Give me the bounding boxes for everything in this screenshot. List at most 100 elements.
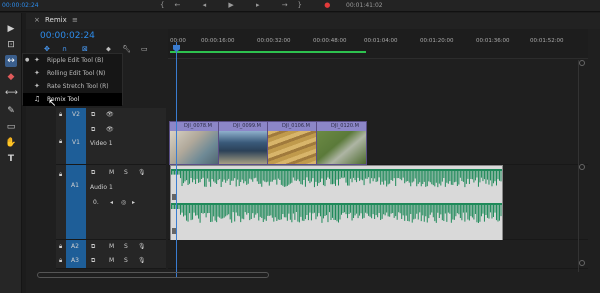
clip-thumbnail <box>170 131 219 164</box>
ruler-tick: 00:00:16:00 <box>201 38 235 44</box>
clip-name: DJI_0099.M <box>219 122 268 131</box>
ruler-tick: 00:00:32:00 <box>257 38 291 44</box>
microphone-icon[interactable]: 🎙︎ <box>138 243 146 250</box>
track-target-v2[interactable]: V2 <box>66 108 86 122</box>
track-target-v1[interactable]: V1 <box>66 122 86 164</box>
menu-item-label: Rolling Edit Tool (N) <box>47 70 106 77</box>
solo-button[interactable]: S <box>124 243 128 250</box>
timeline-tab-row: × Remix ≡ <box>26 13 600 29</box>
menu-item-rolling-edit[interactable]: ✦ Rolling Edit Tool (N) <box>23 67 122 80</box>
lock-icon[interactable]: 🔒︎ <box>59 171 62 179</box>
transport-controls[interactable]: {← ◂ ▶ ▸ →} ● <box>160 1 340 9</box>
wrench-icon[interactable]: 🔧︎ <box>122 45 131 53</box>
sequence-tab[interactable]: Remix <box>45 16 67 24</box>
ruler-tick: 00:01:52:00 <box>530 38 564 44</box>
horizontal-scrollbar[interactable] <box>37 272 269 278</box>
rectangle-tool-icon[interactable]: ▭ <box>5 121 17 133</box>
clip-thumbnail <box>219 131 268 164</box>
mouse-cursor-icon: ↖ <box>48 98 57 109</box>
microphone-icon[interactable]: 🎙︎ <box>138 257 146 264</box>
step-back-button[interactable]: {← <box>160 1 190 9</box>
audio-waveform-left <box>171 169 502 188</box>
captions-icon[interactable]: ▭ <box>141 45 148 53</box>
sequence-timecode[interactable]: 00:00:02:24 <box>40 31 95 41</box>
hand-tool-icon[interactable]: ✋ <box>5 137 17 149</box>
prev-keyframe-icon[interactable]: ◂ <box>110 199 113 206</box>
tab-menu-icon[interactable]: ≡ <box>72 16 78 24</box>
clip-name: DJI_0120.M <box>317 122 366 131</box>
lock-icon[interactable]: 🔒︎ <box>59 257 62 265</box>
ruler-tick: 00:01:04:00 <box>364 38 398 44</box>
selection-tool-icon[interactable]: ▶ <box>5 23 17 35</box>
video-clip[interactable]: DJI_0099.M <box>218 121 269 165</box>
clip-name: DJI_0106.M <box>268 122 317 131</box>
track-label: A3 <box>71 257 79 264</box>
step-forward-button[interactable]: →} <box>282 1 312 9</box>
track-label: V1 <box>72 139 80 146</box>
razor-tool-icon[interactable]: ◆ <box>5 71 17 83</box>
mute-button[interactable]: M <box>109 169 114 176</box>
audio-waveform-right <box>171 203 502 223</box>
volume-value[interactable]: 0. <box>93 199 99 206</box>
menu-item-label: Rate Stretch Tool (R) <box>47 83 109 90</box>
audio-clip[interactable] <box>170 165 503 241</box>
track-select-tool-icon[interactable]: ⊡ <box>5 39 17 51</box>
mute-button[interactable]: M <box>109 257 114 264</box>
track-target-a1[interactable]: A1 <box>66 165 86 239</box>
eye-icon[interactable]: 👁︎ <box>106 126 114 133</box>
type-tool-icon[interactable]: T <box>5 153 17 165</box>
video-clip[interactable]: DJI_0106.M <box>267 121 318 165</box>
scroll-handle[interactable] <box>579 60 585 66</box>
keyframe-icon[interactable]: ◎ <box>121 199 126 206</box>
scroll-handle[interactable] <box>579 164 585 170</box>
snap-icon[interactable]: ∩ <box>62 45 67 53</box>
vertical-scrollbar[interactable] <box>578 60 585 272</box>
track-name: Audio 1 <box>90 184 113 191</box>
ruler-tick: 00:00:48:00 <box>313 38 347 44</box>
close-tab-icon[interactable]: × <box>34 16 40 24</box>
nest-icon[interactable]: ✥ <box>44 45 50 53</box>
scroll-handle[interactable] <box>579 260 585 266</box>
menu-item-rate-stretch[interactable]: ✦ Rate Stretch Tool (R) <box>23 80 122 93</box>
solo-button[interactable]: S <box>124 169 128 176</box>
menu-item-remix[interactable]: ♫ Remix Tool <box>23 93 122 106</box>
menu-item-ripple-edit[interactable]: ● ✦ Ripple Edit Tool (B) <box>23 54 122 67</box>
tools-panel: ▶ ⊡ ↔ ◆ ⟷ ✎ ▭ ✋ T <box>0 13 22 293</box>
top-bar: 00:00:02:24 {← ◂ ▶ ▸ →} ● 00:01:41:02 <box>0 0 600 12</box>
video-clip[interactable]: DJI_0120.M <box>316 121 367 165</box>
lock-icon[interactable]: 🔒︎ <box>59 111 62 119</box>
lock-icon[interactable]: 🔒︎ <box>59 243 62 251</box>
next-frame-button[interactable]: ▸ <box>256 1 270 9</box>
work-area-bar[interactable] <box>170 51 366 53</box>
slip-tool-icon[interactable]: ⟷ <box>5 87 18 99</box>
playhead-line[interactable] <box>176 42 177 278</box>
time-ruler[interactable]: 00:00 00:00:16:00 00:00:32:00 00:00:48:0… <box>168 29 588 59</box>
sync-icon[interactable]: ⧉ <box>91 111 95 119</box>
sync-icon[interactable]: ⧉ <box>91 126 95 134</box>
solo-button[interactable]: S <box>124 257 128 264</box>
track-target-a2[interactable]: A2 <box>66 240 86 254</box>
ripple-edit-icon: ✦ <box>34 56 40 64</box>
sync-icon[interactable]: ⧉ <box>91 169 95 177</box>
linked-selection-icon[interactable]: ⊠ <box>82 45 88 53</box>
lock-icon[interactable]: 🔒︎ <box>59 138 62 146</box>
record-button[interactable]: ● <box>324 1 340 9</box>
sync-icon[interactable]: ⧉ <box>91 257 95 265</box>
track-a3 <box>168 254 588 269</box>
rate-stretch-icon: ✦ <box>34 82 40 90</box>
clip-thumbnail <box>317 131 366 164</box>
next-keyframe-icon[interactable]: ▸ <box>132 199 135 206</box>
clip-thumbnail <box>268 131 317 164</box>
microphone-icon[interactable]: 🎙︎ <box>138 169 146 176</box>
play-button[interactable]: ▶ <box>228 1 243 9</box>
pen-tool-icon[interactable]: ✎ <box>5 105 17 117</box>
mute-button[interactable]: M <box>109 243 114 250</box>
eye-icon[interactable]: 👁︎ <box>106 111 114 118</box>
empty-track-area <box>168 60 588 111</box>
ruler-tick: 00:00 <box>170 38 186 44</box>
ripple-edit-tool-icon[interactable]: ↔ <box>5 55 17 67</box>
rolling-edit-icon: ✦ <box>34 69 40 77</box>
track-target-a3[interactable]: A3 <box>66 254 86 268</box>
sync-icon[interactable]: ⧉ <box>91 243 95 251</box>
prev-frame-button[interactable]: ◂ <box>203 1 217 9</box>
